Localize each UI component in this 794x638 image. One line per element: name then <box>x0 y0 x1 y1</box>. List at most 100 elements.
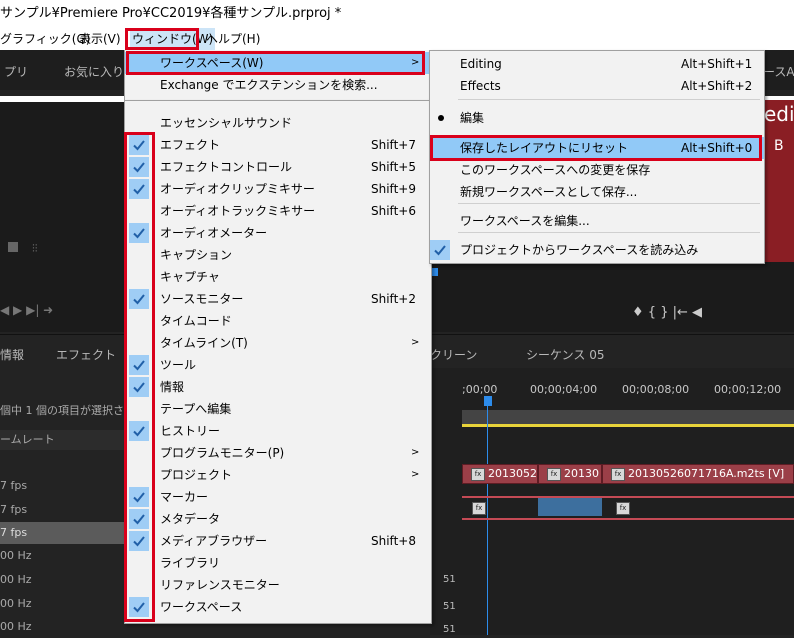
menu-item[interactable]: ソースモニター Shift+2 <box>125 288 431 310</box>
submenu-item[interactable]: 編集 <box>430 107 764 129</box>
submenu-item[interactable]: Editing Alt+Shift+1 <box>430 53 764 75</box>
menu-item[interactable]: 情報 <box>125 376 431 398</box>
menu-item[interactable]: メディアブラウザー Shift+8 <box>125 530 431 552</box>
submenu-item[interactable]: Effects Alt+Shift+2 <box>430 75 764 97</box>
promo-text-2: B <box>774 138 784 154</box>
menu-item-label: オーディオクリップミキサー <box>160 182 315 196</box>
list-item[interactable]: 00 Hz <box>0 569 124 591</box>
checkmark-icon <box>129 355 149 375</box>
work-area-bar[interactable] <box>462 410 794 424</box>
submenu-item-label: ワークスペースを編集... <box>460 214 590 228</box>
menu-item[interactable]: エッセンシャルサウンド <box>125 112 431 134</box>
playhead[interactable] <box>484 396 492 406</box>
audio-track-line <box>462 496 794 498</box>
list-item[interactable]: 7 fps <box>0 499 124 521</box>
submenu-item[interactable]: このワークスペースへの変更を保存 <box>430 159 764 181</box>
audio-icon[interactable]: ⫶⫶ <box>32 242 38 256</box>
program-monitor <box>430 262 794 332</box>
checkmark-icon <box>129 487 149 507</box>
menu-item-label: テープへ編集 <box>160 402 232 416</box>
separator <box>458 203 760 204</box>
video-clip[interactable]: fx 20130526071716A.m2ts [V] <box>602 464 794 484</box>
tab-sequence-05[interactable]: シーケンス 05 <box>526 346 605 363</box>
menu-item-shortcut: Shift+7 <box>371 138 416 152</box>
checkmark-icon <box>129 289 149 309</box>
tab-effects[interactable]: エフェクト <box>56 346 116 363</box>
menu-item[interactable]: タイムコード <box>125 310 431 332</box>
track-label: 51 <box>443 624 456 635</box>
playhead-marker[interactable] <box>432 268 438 276</box>
chevron-right-icon: > <box>411 57 420 68</box>
menu-item-workspace[interactable]: ワークスペース(W) > <box>125 52 431 74</box>
submenu-item[interactable]: 新規ワークスペースとして保存... <box>430 181 764 203</box>
submenu-item[interactable]: ワークスペースを編集... <box>430 210 764 232</box>
menu-item[interactable]: エフェクト Shift+7 <box>125 134 431 156</box>
menu-item[interactable]: ツール <box>125 354 431 376</box>
checkmark-icon <box>129 421 149 441</box>
list-item[interactable]: 7 fps <box>0 475 124 497</box>
menu-item-label: プログラムモニター(P) <box>160 446 285 460</box>
window-menu-top: ワークスペース(W) > Exchange でエクステンションを検索... <box>124 50 432 100</box>
menu-item[interactable]: ライブラリ <box>125 552 431 574</box>
menu-item[interactable]: ワークスペース <box>125 596 431 618</box>
video-clip[interactable]: fx 20130 <box>538 464 602 484</box>
ruler-label: 00;00;12;00 <box>714 383 782 396</box>
menu-item[interactable]: マーカー <box>125 486 431 508</box>
menu-item[interactable]: タイムライン(T) > <box>125 332 431 354</box>
chevron-right-icon: > <box>411 447 420 458</box>
window-title: サンプル¥Premiere Pro¥CC2019¥各種サンプル.prproj * <box>0 6 342 21</box>
ruler-label: ;00;00 <box>462 383 498 396</box>
menu-item[interactable]: リファレンスモニター <box>125 574 431 596</box>
workspace-tab-1[interactable]: プリ <box>4 63 28 80</box>
track-label: 51 <box>443 574 456 585</box>
menu-item-label: ヒストリー <box>160 424 221 438</box>
menu-help[interactable]: ヘルプ(H) <box>206 28 260 50</box>
submenu-item-label: Effects <box>460 79 501 93</box>
workspace-submenu: Editing Alt+Shift+1 Effects Alt+Shift+2 編集保存… <box>429 50 765 264</box>
checkmark-icon <box>129 509 149 529</box>
workspace-tab-3[interactable]: ースA <box>763 63 794 80</box>
tab-screen[interactable]: クリーン <box>430 346 477 363</box>
menu-item[interactable]: オーディオクリップミキサー Shift+9 <box>125 178 431 200</box>
menu-item[interactable]: キャプチャ <box>125 266 431 288</box>
checkmark-icon <box>430 240 450 260</box>
chevron-right-icon: > <box>411 337 420 348</box>
menu-item-label: キャプチャ <box>160 270 220 284</box>
menu-item-label: リファレンスモニター <box>160 578 280 592</box>
menu-item[interactable]: テープへ編集 <box>125 398 431 420</box>
menu-graphics[interactable]: グラフィック(G) <box>0 28 90 50</box>
menu-item[interactable]: メタデータ <box>125 508 431 530</box>
menu-item-exchange[interactable]: Exchange でエクステンションを検索... <box>125 74 431 96</box>
program-controls[interactable]: ♦ { } |← ◀ <box>632 305 702 320</box>
menu-item[interactable]: キャプション <box>125 244 431 266</box>
menu-item[interactable]: オーディオメーター <box>125 222 431 244</box>
list-item-selected[interactable]: 7 fps <box>0 522 124 544</box>
separator <box>458 232 760 233</box>
marker-icon[interactable] <box>8 242 18 252</box>
column-header-framerate[interactable]: ームレート <box>0 430 124 450</box>
video-clip[interactable]: fx 2013052 <box>462 464 538 484</box>
menu-item[interactable]: ヒストリー <box>125 420 431 442</box>
transport-controls[interactable]: ◀ ▶ ▶| ➜ <box>0 303 53 317</box>
menu-item-label: オーディオメーター <box>160 226 268 240</box>
ruler-label: 00;00;08;00 <box>622 383 690 396</box>
workspace-tab-2[interactable]: お気に入り <box>64 63 124 80</box>
submenu-item-label: プロジェクトからワークスペースを読み込み <box>460 243 699 257</box>
track-label: 51 <box>443 601 456 612</box>
submenu-item[interactable]: プロジェクトからワークスペースを読み込み <box>430 239 764 261</box>
menu-item[interactable]: エフェクトコントロール Shift+5 <box>125 156 431 178</box>
menu-item-label: ソースモニター <box>160 292 244 306</box>
menu-view[interactable]: 表示(V) <box>79 28 121 50</box>
tab-info[interactable]: 情報 <box>0 346 24 363</box>
list-item[interactable]: 00 Hz <box>0 593 124 615</box>
selection-status: 個中 1 個の項目が選択され <box>0 404 135 417</box>
menu-item[interactable]: プロジェクト > <box>125 464 431 486</box>
menu-item[interactable]: プログラムモニター(P) > <box>125 442 431 464</box>
menu-item[interactable]: オーディオトラックミキサー Shift+6 <box>125 200 431 222</box>
checkmark-icon <box>129 597 149 617</box>
submenu-item[interactable]: 保存したレイアウトにリセット Alt+Shift+0 <box>430 137 764 159</box>
radio-dot-icon <box>438 115 444 121</box>
menu-window[interactable]: ウィンドウ(W) <box>130 28 216 50</box>
audio-clip[interactable] <box>538 498 602 516</box>
list-item[interactable]: 00 Hz <box>0 545 124 567</box>
